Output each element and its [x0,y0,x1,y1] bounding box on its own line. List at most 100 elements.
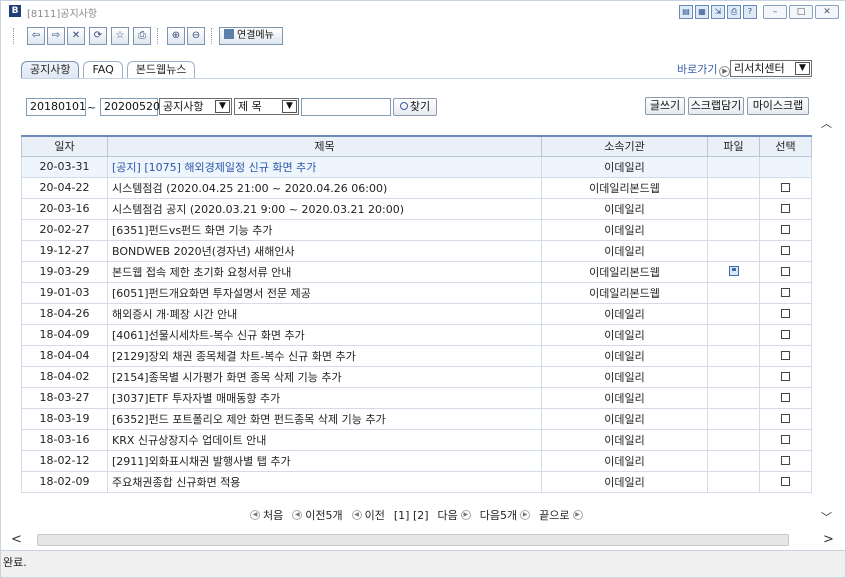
row-title[interactable]: [6351]펀드vs펀드 화면 기능 추가 [107,218,542,241]
layout-icon[interactable]: ▤ [679,5,693,19]
table-row[interactable]: 18-03-27 [3037]ETF 투자자별 매매동향 추가 이데일리 [21,386,812,409]
scroll-thumb[interactable] [37,534,789,546]
row-title[interactable]: [4061]선물시세차트-복수 신규 화면 추가 [107,323,542,346]
table-row[interactable]: 18-03-16 KRX 신규상장지수 업데이트 안내 이데일리 [21,428,812,451]
row-file[interactable] [707,260,760,283]
row-select[interactable] [759,365,812,388]
date-to-field[interactable]: 20200520 [100,98,160,116]
select-checkbox[interactable] [781,225,790,234]
select-checkbox[interactable] [781,309,790,318]
select-checkbox[interactable] [781,477,790,486]
table-row[interactable]: 19-01-03 [6051]펀드개요화면 투자설명서 전문 제공 이데일리본드웹 [21,281,812,304]
select-checkbox[interactable] [781,351,790,360]
tab-bondweb-news[interactable]: 본드웹뉴스 [126,61,196,78]
table-row[interactable]: 18-02-12 [2911]외화표시채권 발행사별 탭 추가 이데일리 [21,449,812,472]
row-title[interactable]: [6051]펀드개요화면 투자설명서 전문 제공 [107,281,542,304]
select-checkbox[interactable] [781,288,790,297]
row-select[interactable] [759,428,812,451]
select-checkbox[interactable] [781,330,790,339]
link-menu-button[interactable]: 연결메뉴 [219,27,283,45]
row-title[interactable]: [2911]외화표시채권 발행사별 탭 추가 [107,449,542,472]
table-row[interactable]: 20-04-22 시스템점검 (2020.04.25 21:00 ~ 2020.0… [21,176,812,199]
row-title[interactable]: 본드웹 접속 제한 초기화 요청서류 안내 [107,260,542,283]
maximize-button[interactable]: □ [789,5,813,19]
table-row[interactable]: 20-02-27 [6351]펀드vs펀드 화면 기능 추가 이데일리 [21,218,812,241]
pager-prev[interactable]: 이전 [365,507,385,523]
search-field-select[interactable]: 제 목 ▼ [234,98,299,115]
zoom-in-icon[interactable]: ⊕ [167,27,185,45]
table-row[interactable]: 18-04-26 해외증시 개·폐장 시간 안내 이데일리 [21,302,812,325]
close-button[interactable]: ✕ [815,5,839,19]
row-select[interactable] [759,176,812,199]
row-title[interactable]: [3037]ETF 투자자별 매매동향 추가 [107,386,542,409]
row-title[interactable]: [2129]장외 채권 종목체결 차트-복수 신규 화면 추가 [107,344,542,367]
row-title[interactable]: 해외증시 개·폐장 시간 안내 [107,302,542,325]
scroll-down-button[interactable]: ﹀ [821,509,832,525]
select-checkbox[interactable] [781,246,790,255]
search-input[interactable] [301,98,391,116]
forward-icon[interactable]: ⇨ [47,27,65,45]
select-checkbox[interactable] [781,204,790,213]
row-select[interactable] [759,197,812,220]
row-title[interactable]: [6352]펀드 포트폴리오 제안 화면 펀드종목 삭제 기능 추가 [107,407,542,430]
pager-first[interactable]: 처음 [263,507,283,523]
row-select[interactable] [759,386,812,409]
row-select[interactable] [759,260,812,283]
print-icon[interactable]: ⎙ [133,27,151,45]
attachment-icon[interactable] [728,266,739,276]
pager-next5[interactable]: 다음5개 [480,507,517,523]
date-from-field[interactable]: 20180101 [26,98,86,116]
pager-last[interactable]: 끝으로 [539,507,569,523]
pager-pages[interactable]: [1] [2] [394,509,429,522]
row-title[interactable]: 시스템점검 공지 (2020.03.21 9:00 ~ 2020.03.21 2… [107,197,542,220]
select-checkbox[interactable] [781,372,790,381]
row-title[interactable]: [공지] [1075] 해외경제일정 신규 화면 추가 [107,155,542,178]
table-row[interactable]: 19-03-29 본드웹 접속 제한 초기화 요청서류 안내 이데일리본드웹 [21,260,812,283]
header-title[interactable]: 제목 [107,135,542,157]
row-title[interactable]: [2154]종목별 시가평가 화면 종목 삭제 기능 추가 [107,365,542,388]
back-icon[interactable]: ⇦ [27,27,45,45]
table-row[interactable]: 20-03-31 [공지] [1075] 해외경제일정 신규 화면 추가 이데일리 [21,155,812,178]
goto-label-wrap[interactable]: 바로가기 ▶ [677,61,732,77]
goto-select[interactable]: 리서치센터 ▼ [730,60,812,77]
table-row[interactable]: 19-12-27 BONDWEB 2020년(경자년) 새해인사 이데일리 [21,239,812,262]
select-checkbox[interactable] [781,183,790,192]
select-checkbox[interactable] [781,414,790,423]
row-title[interactable]: KRX 신규상장지수 업데이트 안내 [107,428,542,451]
scroll-up-button[interactable]: ︿ [821,115,832,131]
pager-next[interactable]: 다음 [438,507,458,523]
header-date[interactable]: 일자 [21,135,108,157]
scroll-right-button[interactable]: > [823,532,834,547]
scrap-button[interactable]: 스크랩담기 [688,97,744,115]
row-title[interactable]: BONDWEB 2020년(경자년) 새해인사 [107,239,542,262]
favorite-icon[interactable]: ☆ [111,27,129,45]
table-row[interactable]: 18-04-09 [4061]선물시세차트-복수 신규 화면 추가 이데일리 [21,323,812,346]
row-select[interactable] [759,344,812,367]
row-select[interactable] [759,470,812,493]
stop-icon[interactable]: ✕ [67,27,85,45]
row-title[interactable]: 시스템점검 (2020.04.25 21:00 ~ 2020.04.26 06:… [107,176,542,199]
search-button[interactable]: 찾기 [393,98,437,116]
refresh-icon[interactable]: ⟳ [89,27,107,45]
select-checkbox[interactable] [781,393,790,402]
my-scrap-button[interactable]: 마이스크랩 [747,97,809,115]
select-checkbox[interactable] [781,267,790,276]
row-select[interactable] [759,281,812,304]
table-row[interactable]: 18-04-02 [2154]종목별 시가평가 화면 종목 삭제 기능 추가 이데일… [21,365,812,388]
link-icon[interactable]: ⇲ [711,5,725,19]
row-select[interactable] [759,302,812,325]
scroll-left-button[interactable]: < [11,532,22,547]
row-title[interactable]: 주요채권종합 신규화면 적용 [107,470,542,493]
tab-faq[interactable]: FAQ [83,61,123,78]
table-row[interactable]: 18-03-19 [6352]펀드 포트폴리오 제안 화면 펀드종목 삭제 기능 … [21,407,812,430]
header-select[interactable]: 선택 [759,135,812,157]
table-row[interactable]: 18-02-09 주요채권종합 신규화면 적용 이데일리 [21,470,812,493]
write-button[interactable]: 글쓰기 [645,97,685,115]
row-select[interactable] [759,449,812,472]
zoom-out-icon[interactable]: ⊖ [187,27,205,45]
table-row[interactable]: 18-04-04 [2129]장외 채권 종목체결 차트-복수 신규 화면 추가 이… [21,344,812,367]
header-file[interactable]: 파일 [707,135,760,157]
help-icon[interactable]: ? [743,5,757,19]
row-select[interactable] [759,218,812,241]
row-select[interactable] [759,323,812,346]
